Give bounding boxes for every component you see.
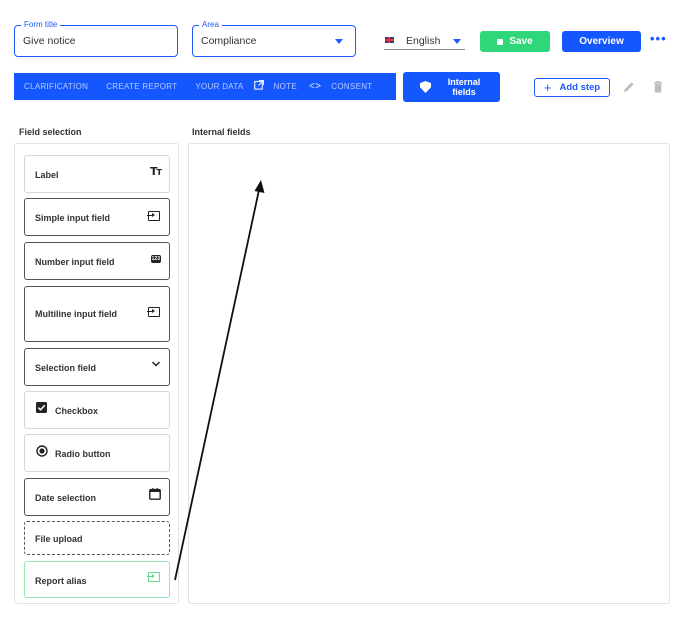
checkbox-icon	[36, 402, 47, 416]
field-item-label: Date selection	[35, 493, 97, 503]
field-item-label: Checkbox	[55, 406, 99, 416]
field-item-radio[interactable]: Radio button	[24, 434, 170, 472]
area-legend: Area	[199, 19, 222, 31]
field-item-label: Selection field	[35, 363, 97, 373]
number-123-icon: 123	[150, 255, 161, 263]
tab-clarification[interactable]: CLARIFICATION	[24, 82, 88, 91]
field-item-label: Number input field	[35, 257, 115, 267]
tab-consent[interactable]: <> CONSENT	[309, 81, 373, 92]
area-value: Compliance	[201, 35, 257, 47]
external-link-icon	[253, 79, 264, 93]
field-item-label: File upload	[35, 534, 83, 544]
form-title-value: Give notice	[23, 35, 76, 47]
field-item-label[interactable]: Label TT	[24, 155, 170, 193]
save-button[interactable]: Save	[480, 31, 550, 52]
internal-fields-dropzone[interactable]	[188, 143, 670, 604]
form-title-legend: Form title	[21, 19, 61, 31]
internal-fields-label: Internal fields	[447, 77, 481, 97]
uk-flag-icon	[385, 37, 394, 43]
field-item-simple-input[interactable]: Simple input field	[24, 198, 170, 236]
tab-label: CREATE REPORT	[106, 82, 178, 91]
overview-button[interactable]: Overview	[562, 31, 641, 52]
tab-label: CONSENT	[331, 82, 373, 91]
input-icon	[147, 211, 160, 224]
tab-label: CLARIFICATION	[24, 82, 89, 91]
tab-note[interactable]: NOTE	[253, 79, 297, 93]
field-item-label: Label	[35, 170, 59, 180]
tab-your-data[interactable]: YOUR DATA	[195, 82, 243, 91]
tab-create-report[interactable]: CREATE REPORT	[106, 82, 177, 91]
tab-label: YOUR DATA	[195, 82, 244, 91]
field-item-report-alias[interactable]: Report alias	[24, 561, 170, 598]
field-item-label: Report alias	[35, 576, 87, 586]
overview-label: Overview	[579, 36, 624, 47]
field-item-date[interactable]: Date selection	[24, 478, 170, 516]
form-title-field[interactable]: Form title Give notice	[14, 19, 178, 57]
radio-icon	[36, 445, 48, 460]
field-item-checkbox[interactable]: Checkbox	[24, 391, 170, 429]
save-icon	[497, 38, 504, 45]
text-size-icon: TT	[150, 165, 162, 178]
field-item-number-input[interactable]: Number input field 123	[24, 242, 170, 280]
step-navigation: CLARIFICATION CREATE REPORT YOUR DATA NO…	[14, 73, 396, 100]
language-select[interactable]: English	[384, 32, 465, 50]
internal-fields-title: Internal fields	[192, 127, 251, 137]
pencil-icon[interactable]	[622, 80, 636, 94]
field-item-label: Radio button	[55, 449, 111, 459]
field-item-label: Simple input field	[35, 213, 111, 223]
area-select[interactable]: Area Compliance	[192, 19, 356, 57]
add-step-label: Add step	[559, 82, 601, 93]
internal-fields-button[interactable]: Internal fields	[403, 72, 500, 102]
save-label: Save	[509, 36, 533, 47]
language-value: English	[406, 35, 441, 47]
field-item-selection[interactable]: Selection field	[24, 348, 170, 386]
field-selection-title: Field selection	[19, 127, 82, 137]
trash-icon[interactable]	[651, 80, 665, 94]
field-selection-panel: Label TT Simple input field Number input…	[14, 143, 179, 604]
field-item-multiline-input[interactable]: Multiline input field	[24, 286, 170, 342]
code-icon: <>	[309, 81, 322, 92]
calendar-icon	[149, 488, 161, 503]
plus-icon: +	[543, 79, 552, 95]
tab-label: NOTE	[273, 82, 297, 91]
chevron-down-icon	[151, 359, 161, 371]
field-item-file-upload[interactable]: File upload	[24, 521, 170, 555]
more-options-icon[interactable]: •••	[650, 32, 667, 45]
input-icon	[147, 572, 160, 585]
add-step-button[interactable]: + Add step	[534, 78, 610, 97]
caret-down-icon	[453, 39, 461, 44]
input-icon	[147, 307, 160, 320]
caret-down-icon	[335, 39, 343, 44]
field-item-label: Multiline input field	[35, 309, 117, 319]
shield-icon	[420, 81, 431, 93]
